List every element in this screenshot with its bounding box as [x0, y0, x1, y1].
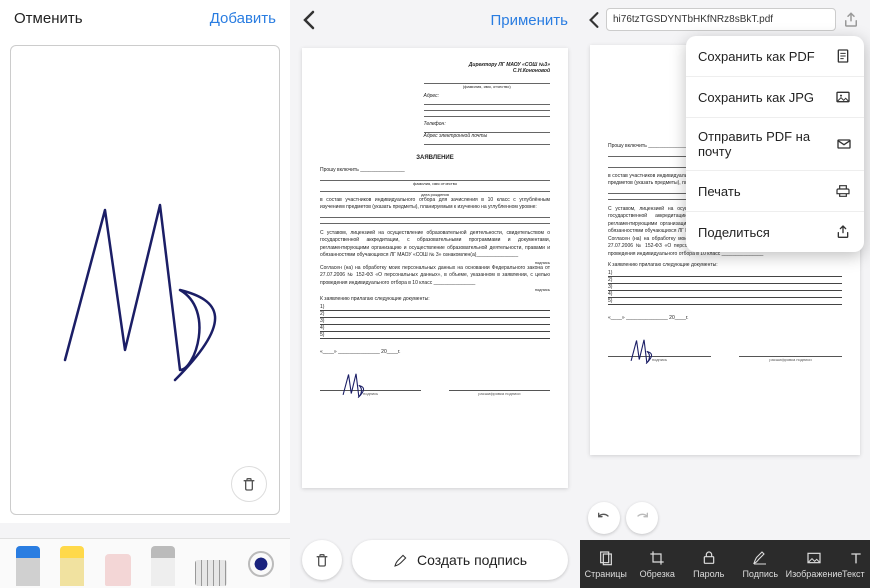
tab-pages[interactable]: Страницы [580, 549, 632, 579]
signature-icon [751, 549, 769, 567]
tab-sign[interactable]: Подпись [735, 549, 787, 579]
menu-share[interactable]: Поделиться [686, 212, 864, 252]
undo-redo-row [588, 502, 658, 534]
highlighter-tool[interactable] [60, 546, 84, 586]
document-apply-panel: Применить Директору ЛГ МАОУ «СОШ №3» С.Н… [290, 0, 580, 588]
trash-icon [241, 476, 257, 492]
topbar: Применить [290, 0, 580, 40]
doc-p3: С уставом, лицензией на осуществление об… [320, 230, 550, 260]
trash-icon [314, 552, 330, 568]
sig-right-caption: расшифровка подписи [449, 391, 550, 396]
pages-icon [597, 549, 615, 567]
tab-text-label: Текст [842, 569, 870, 579]
menu-save-pdf[interactable]: Сохранить как PDF [686, 36, 864, 77]
topbar: hi76tzTGSDYNTbHKfNRz8sBkT.pdf [580, 0, 870, 39]
tab-pages-label: Страницы [585, 569, 627, 579]
lock-icon [700, 549, 718, 567]
redo-icon [634, 510, 650, 526]
share-button[interactable] [842, 11, 862, 29]
topbar: Отменить Добавить [0, 0, 290, 37]
menu-print[interactable]: Печать [686, 171, 864, 212]
applied-signature-icon [612, 335, 672, 365]
signature-stroke [45, 170, 245, 390]
addr-label: Адрес: [424, 93, 440, 99]
drawing-toolbar [0, 538, 290, 588]
doc-p4b: подпись [320, 287, 550, 292]
eraser-tool[interactable] [105, 554, 131, 586]
image-icon [834, 88, 852, 106]
filename-field[interactable]: hi76tzTGSDYNTbHKfNRz8sBkT.pdf [606, 8, 836, 31]
menu-send-pdf-label: Отправить PDF на почту [698, 129, 835, 159]
doc-date: «____» _______________ 20____г. [320, 349, 550, 355]
share-icon [842, 11, 860, 29]
tab-password[interactable]: Пароль [683, 549, 735, 579]
undo-icon [596, 510, 612, 526]
menu-save-pdf-label: Сохранить как PDF [698, 49, 815, 64]
tab-sign-label: Подпись [742, 569, 778, 579]
chevron-left-icon [302, 10, 316, 30]
doc-p1: Прошу включить ________________ [320, 167, 405, 173]
pen-tool[interactable] [16, 546, 40, 586]
tab-crop-label: Обрезка [640, 569, 675, 579]
doc-p4: Согласен (на) на обработку моих персонал… [320, 265, 550, 288]
page-icon [834, 47, 852, 65]
create-signature-label: Создать подпись [417, 552, 527, 568]
signature-row: подпись расшифровка подписи [320, 373, 550, 396]
menu-save-jpg[interactable]: Сохранить как JPG [686, 77, 864, 118]
tab-image[interactable]: Изображение [786, 549, 842, 579]
text-icon [847, 549, 865, 567]
pen-nib-icon [393, 552, 409, 568]
chevron-left-icon [588, 11, 600, 29]
email-label: Адрес электронной почты [424, 133, 488, 139]
image-icon [805, 549, 823, 567]
doc-title: ЗАЯВЛЕНИЕ [320, 155, 550, 161]
signature-canvas[interactable] [10, 45, 280, 515]
document-area: Директору ЛГ МАОУ «СОШ №3» С.Н.Кононовой… [290, 40, 580, 496]
back-button[interactable] [302, 10, 316, 30]
back-button[interactable] [588, 11, 600, 29]
cancel-button[interactable]: Отменить [14, 10, 83, 27]
applied-signature-icon [324, 369, 384, 399]
tab-image-label: Изображение [786, 569, 843, 579]
signature-canvas-wrap [0, 37, 290, 523]
undo-button[interactable] [588, 502, 620, 534]
delete-signature-button[interactable] [231, 466, 267, 502]
redo-button[interactable] [626, 502, 658, 534]
menu-save-jpg-label: Сохранить как JPG [698, 90, 814, 105]
printer-icon [834, 182, 852, 200]
doc-attachment-list: 1) 2) 3) 4) 5) [320, 304, 550, 339]
document-page[interactable]: Директору ЛГ МАОУ «СОШ №3» С.Н.Кононовой… [302, 48, 568, 488]
menu-print-label: Печать [698, 184, 741, 199]
share-icon [834, 223, 852, 241]
trash-button[interactable] [302, 540, 342, 580]
fio-caption: (фамилия, имя, отчество) [424, 84, 551, 89]
bottom-tabbar: Страницы Обрезка Пароль Подпись Изображе… [580, 540, 870, 588]
bottom-actions: Создать подпись [290, 540, 580, 580]
menu-send-pdf[interactable]: Отправить PDF на почту [686, 118, 864, 171]
file-actions-panel: hi76tzTGSDYNTbHKfNRz8sBkT.pdf Сохранить … [580, 0, 870, 588]
signature-editor-panel: Отменить Добавить [0, 0, 290, 588]
crop-icon [648, 549, 666, 567]
mail-icon [835, 135, 852, 153]
doc-attach: К заявлению прилагаю следующие документы… [320, 296, 550, 304]
tab-crop[interactable]: Обрезка [632, 549, 684, 579]
add-button[interactable]: Добавить [210, 10, 276, 27]
pencil-tool[interactable] [151, 546, 175, 586]
ruler-tool[interactable] [195, 560, 227, 586]
tab-text[interactable]: Текст [842, 549, 870, 579]
apply-button[interactable]: Применить [490, 12, 568, 29]
menu-share-label: Поделиться [698, 225, 770, 240]
actions-dropdown: Сохранить как PDF Сохранить как JPG Отпр… [686, 36, 864, 252]
create-signature-button[interactable]: Создать подпись [352, 540, 568, 580]
doc-p2: в состав участников индивидуального отбо… [320, 197, 550, 212]
tab-password-label: Пароль [693, 569, 724, 579]
tel-label: Телефон: [424, 121, 446, 127]
color-picker[interactable] [248, 551, 274, 577]
